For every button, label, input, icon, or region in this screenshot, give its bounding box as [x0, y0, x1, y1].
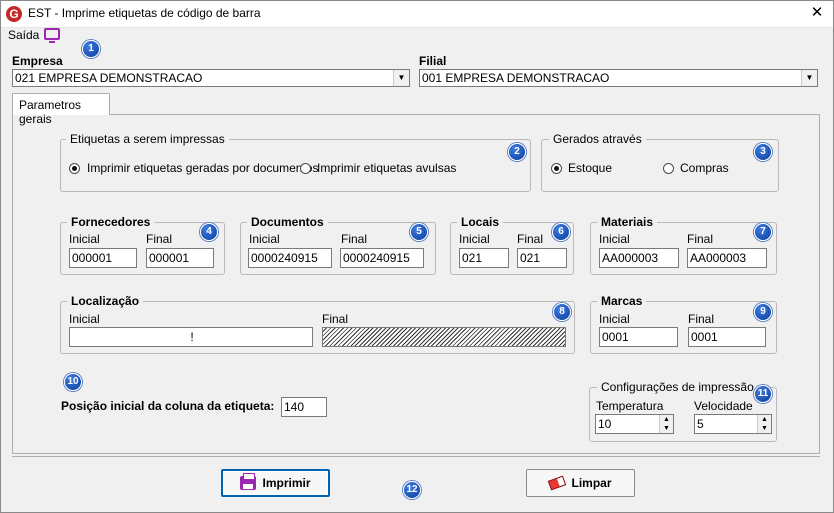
- temperatura-spinner[interactable]: ▲ ▼: [659, 415, 673, 433]
- etiquetas-title: Etiquetas a serem impressas: [66, 132, 229, 146]
- velocidade-stepper[interactable]: 5 ▲ ▼: [694, 414, 772, 434]
- badge-1: 1: [82, 40, 100, 58]
- spin-down-icon[interactable]: ▼: [758, 424, 771, 433]
- localizacao-inicial-input[interactable]: !: [69, 327, 313, 347]
- posicao-input[interactable]: 140: [281, 397, 327, 417]
- locais-inicial-input[interactable]: 021: [459, 248, 509, 268]
- localizacao-final-input[interactable]: [322, 327, 566, 347]
- badge-9: 9: [754, 303, 772, 321]
- temperatura-value: 10: [598, 417, 612, 431]
- badge-4: 4: [200, 223, 218, 241]
- marcas-final-label: Final: [688, 312, 715, 326]
- limpar-label: Limpar: [571, 476, 612, 490]
- badge-2: 2: [508, 143, 526, 161]
- temperatura-label: Temperatura: [596, 399, 664, 413]
- temperatura-stepper[interactable]: 10 ▲ ▼: [595, 414, 674, 434]
- marcas-title: Marcas: [597, 294, 647, 308]
- close-icon[interactable]: ✕: [806, 3, 828, 23]
- documentos-inicial-label: Inicial: [249, 232, 280, 246]
- monitor-icon[interactable]: [44, 28, 60, 43]
- materiais-final-label: Final: [687, 232, 714, 246]
- fornecedores-title: Fornecedores: [67, 215, 155, 229]
- fornecedores-final-input[interactable]: 000001: [146, 248, 214, 268]
- filial-label: Filial: [419, 54, 447, 68]
- radio-compras[interactable]: [663, 163, 674, 174]
- radio-estoque[interactable]: [551, 163, 562, 174]
- materiais-inicial-input[interactable]: AA000003: [599, 248, 679, 268]
- fornecedores-final-label: Final: [146, 232, 173, 246]
- empresa-value: 021 EMPRESA DEMONSTRACAO: [15, 71, 203, 85]
- marcas-inicial-label: Inicial: [599, 312, 630, 326]
- localizacao-final-label: Final: [322, 312, 349, 326]
- velocidade-value: 5: [697, 417, 704, 431]
- marcas-inicial-input[interactable]: 0001: [599, 327, 678, 347]
- fornecedores-inicial-label: Inicial: [69, 232, 100, 246]
- documentos-inicial-input[interactable]: 0000240915: [248, 248, 332, 268]
- radio-documentos[interactable]: [69, 163, 80, 174]
- localizacao-inicial-label: Inicial: [69, 312, 100, 326]
- bottom-separator: [12, 456, 820, 457]
- app-logo-icon: G: [6, 6, 22, 22]
- label-avulsas[interactable]: Imprimir etiquetas avulsas: [317, 161, 456, 175]
- documentos-final-input[interactable]: 0000240915: [340, 248, 424, 268]
- locais-title: Locais: [457, 215, 504, 229]
- materiais-final-input[interactable]: AA000003: [687, 248, 767, 268]
- spin-up-icon[interactable]: ▲: [758, 415, 771, 424]
- limpar-button[interactable]: Limpar: [526, 469, 635, 497]
- badge-7: 7: [754, 223, 772, 241]
- badge-10: 10: [64, 373, 82, 391]
- marcas-final-input[interactable]: 0001: [688, 327, 766, 347]
- tab-parametros-gerais[interactable]: Parametros gerais: [12, 93, 110, 126]
- spin-down-icon[interactable]: ▼: [660, 424, 673, 433]
- velocidade-spinner[interactable]: ▲ ▼: [757, 415, 771, 433]
- badge-8: 8: [553, 303, 571, 321]
- documentos-title: Documentos: [247, 215, 328, 229]
- gerados-title: Gerados através: [549, 132, 646, 146]
- documentos-final-label: Final: [341, 232, 368, 246]
- locais-final-input[interactable]: 021: [517, 248, 567, 268]
- eraser-icon: [548, 475, 567, 491]
- label-documentos[interactable]: Imprimir etiquetas geradas por documento…: [87, 161, 318, 175]
- empresa-select[interactable]: 021 EMPRESA DEMONSTRACAO ▼: [12, 69, 410, 87]
- radio-avulsas[interactable]: [300, 163, 311, 174]
- config-title: Configurações de impressão: [597, 380, 758, 394]
- filial-select[interactable]: 001 EMPRESA DEMONSTRACAO ▼: [419, 69, 818, 87]
- localizacao-title: Localização: [67, 294, 144, 308]
- imprimir-label: Imprimir: [262, 476, 311, 490]
- label-estoque[interactable]: Estoque: [568, 161, 612, 175]
- badge-11: 11: [754, 385, 772, 403]
- badge-3: 3: [754, 143, 772, 161]
- posicao-label: Posição inicial da coluna da etiqueta:: [61, 399, 275, 413]
- badge-6: 6: [552, 223, 570, 241]
- window-title: EST - Imprime etiquetas de código de bar…: [28, 6, 261, 20]
- chevron-down-icon[interactable]: ▼: [801, 70, 817, 86]
- badge-12: 12: [403, 481, 421, 499]
- imprimir-button[interactable]: Imprimir: [221, 469, 330, 497]
- spin-up-icon[interactable]: ▲: [660, 415, 673, 424]
- locais-final-label: Final: [517, 232, 544, 246]
- label-compras[interactable]: Compras: [680, 161, 729, 175]
- materiais-title: Materiais: [597, 215, 658, 229]
- badge-5: 5: [410, 223, 428, 241]
- materiais-inicial-label: Inicial: [599, 232, 630, 246]
- empresa-label: Empresa: [12, 54, 63, 68]
- menu-saida[interactable]: Saída: [8, 28, 39, 42]
- printer-icon: [240, 473, 257, 490]
- chevron-down-icon[interactable]: ▼: [393, 70, 409, 86]
- velocidade-label: Velocidade: [694, 399, 753, 413]
- fornecedores-inicial-input[interactable]: 000001: [69, 248, 137, 268]
- locais-inicial-label: Inicial: [459, 232, 490, 246]
- filial-value: 001 EMPRESA DEMONSTRACAO: [422, 71, 610, 85]
